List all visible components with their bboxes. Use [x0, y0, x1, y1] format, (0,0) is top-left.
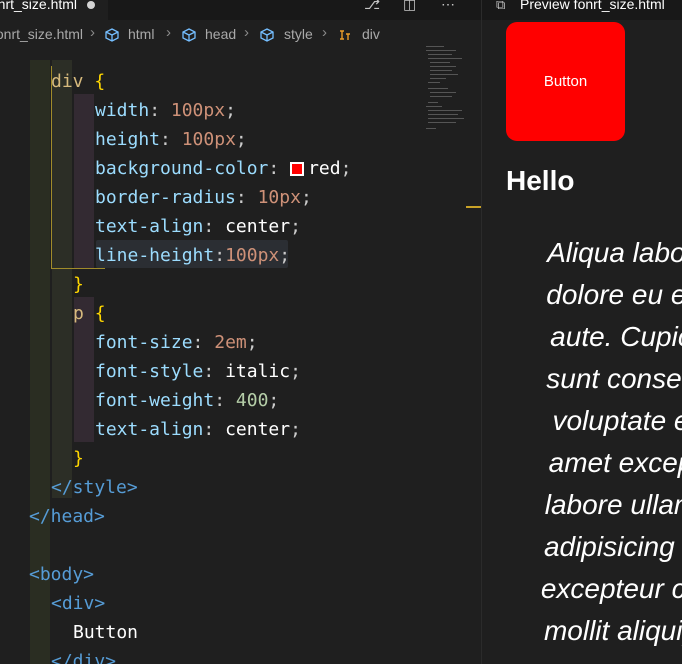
split-editor-icon[interactable]: ◫: [403, 0, 416, 13]
chevron-right-icon: ›: [244, 24, 249, 41]
chevron-right-icon: ›: [90, 24, 95, 41]
editor-tab-bar: fonrt_size.html ⎇ ◫ ⋯: [0, 0, 481, 20]
paragraph-line: voluptate e: [552, 405, 682, 436]
code-line: p {: [73, 303, 106, 324]
editor-tab-label: fonrt_size.html: [0, 0, 78, 12]
indent-guide: [52, 60, 72, 498]
editor-tab[interactable]: fonrt_size.html: [0, 0, 108, 20]
paragraph-line: labore ullam: [544, 489, 682, 520]
preview-tab[interactable]: ⧉ Preview fonrt_size.html: [482, 0, 682, 20]
more-actions-icon[interactable]: ⋯: [441, 0, 455, 13]
code-line: width: 100px;: [95, 100, 236, 121]
code-line: </div>: [51, 651, 117, 664]
chevron-right-icon: ›: [166, 24, 171, 41]
paragraph-line: sunt consec: [546, 363, 682, 394]
chevron-right-icon: ›: [322, 24, 327, 41]
code-line: border-radius: 10px;: [95, 187, 312, 208]
paragraph-line: adipisicing e: [543, 531, 682, 562]
open-changes-icon[interactable]: ⎇: [364, 0, 380, 13]
breadcrumb-head[interactable]: head: [205, 26, 236, 42]
breadcrumb-html[interactable]: html: [128, 26, 154, 42]
code-line: <div>: [51, 593, 106, 614]
css-rule-icon: [340, 30, 350, 40]
code-line: font-style: italic;: [95, 361, 301, 382]
preview-tab-label: Preview fonrt_size.html: [520, 0, 665, 12]
preview-pane: ⧉ Preview fonrt_size.html Button Hello A…: [481, 0, 682, 664]
code-line: <body>: [29, 564, 95, 585]
indent-guide: [74, 94, 94, 268]
code-line: }: [73, 448, 84, 469]
bracket-guide: [51, 66, 52, 268]
code-line: </head>: [29, 506, 105, 527]
code-line: text-align: center;: [95, 419, 301, 440]
code-line: </style>: [51, 477, 138, 498]
cube-icon: [182, 28, 196, 42]
code-line: }: [73, 274, 84, 295]
scrollbar-marker[interactable]: [466, 206, 481, 208]
code-line: Button: [73, 622, 139, 643]
paragraph-line: mollit aliquip: [543, 615, 682, 646]
preview-icon: ⧉: [496, 0, 506, 12]
cube-icon: [105, 28, 119, 42]
breadcrumb-style[interactable]: style: [284, 26, 313, 42]
breadcrumb: fonrt_size.html › html › head › style › …: [0, 22, 481, 48]
paragraph-line: excepteur co: [540, 573, 682, 604]
preview-button[interactable]: Button: [506, 22, 625, 141]
code-line: text-align: center;: [95, 216, 301, 237]
minimap[interactable]: [420, 42, 466, 142]
code-line-selected: line-height:100px;: [95, 245, 291, 266]
paragraph-line: dolore eu er: [546, 279, 682, 310]
code-line: height: 100px;: [95, 129, 247, 150]
preview-heading: Hello: [506, 165, 575, 196]
code-line: background-color: red;: [95, 158, 352, 179]
breadcrumb-div[interactable]: div: [362, 26, 380, 42]
unsaved-dot-icon: [87, 1, 95, 9]
color-swatch[interactable]: [290, 162, 305, 176]
paragraph-line: aute. Cupic: [550, 321, 682, 352]
code-line: font-size: 2em;: [95, 332, 258, 353]
cube-icon: [260, 28, 274, 42]
preview-paragraph: Aliqua labor dolore eu er aute. Cupic su…: [506, 232, 682, 652]
breadcrumb-file[interactable]: fonrt_size.html: [0, 26, 83, 42]
code-line: font-weight: 400;: [95, 390, 280, 411]
paragraph-line: amet excep: [548, 447, 682, 478]
paragraph-line: Aliqua labor: [547, 237, 682, 268]
code-editor[interactable]: fonrt_size.html ⎇ ◫ ⋯ fonrt_size.html › …: [0, 0, 481, 664]
code-line: div {: [51, 71, 106, 92]
